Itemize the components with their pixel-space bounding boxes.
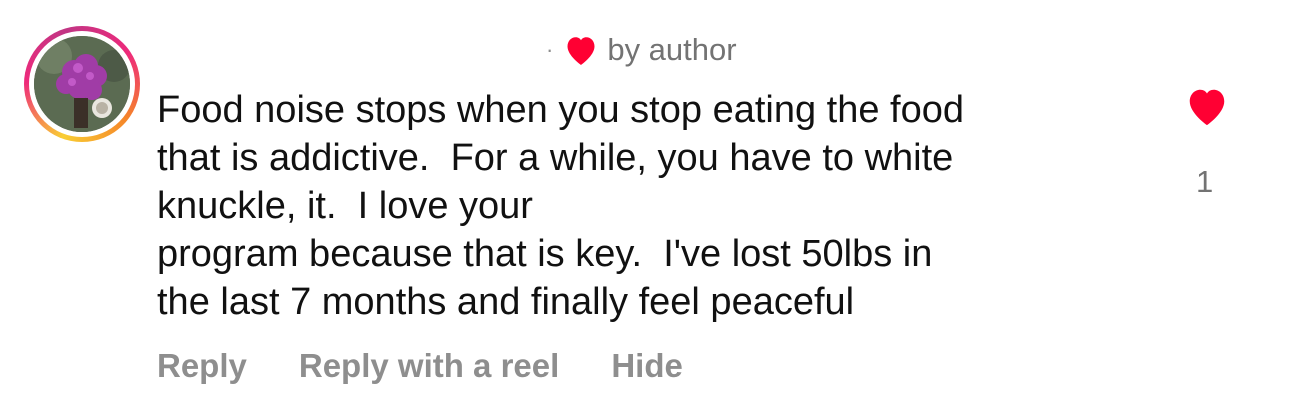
avatar-ring-gap <box>29 31 135 137</box>
comment-line: that is addictive. For a while, you have… <box>157 137 954 179</box>
heart-icon <box>567 37 595 65</box>
comment-text: Food noise stops when you stop eating th… <box>157 86 1157 326</box>
meta-separator: · <box>546 37 554 62</box>
avatar-image <box>34 36 130 132</box>
reply-button[interactable]: Reply <box>157 347 247 385</box>
avatar[interactable] <box>34 36 130 132</box>
comment-line: the last 7 months and finally feel peace… <box>157 281 855 323</box>
like-count: 1 <box>1196 164 1214 199</box>
reply-with-reel-button[interactable]: Reply with a reel <box>299 347 559 385</box>
comment-line: knuckle, it. I love your <box>157 185 533 227</box>
heart-filled-icon[interactable] <box>1184 84 1230 128</box>
comment-meta: · by author <box>546 30 737 70</box>
liked-by-author-label: by author <box>607 32 737 67</box>
comment-line: program because that is key. I've lost 5… <box>157 233 933 275</box>
comment-actions: Reply Reply with a reel Hide <box>157 347 735 385</box>
comment-line: Food noise stops when you stop eating th… <box>157 89 964 131</box>
avatar-story-ring[interactable] <box>24 26 140 142</box>
hide-button[interactable]: Hide <box>611 347 683 385</box>
